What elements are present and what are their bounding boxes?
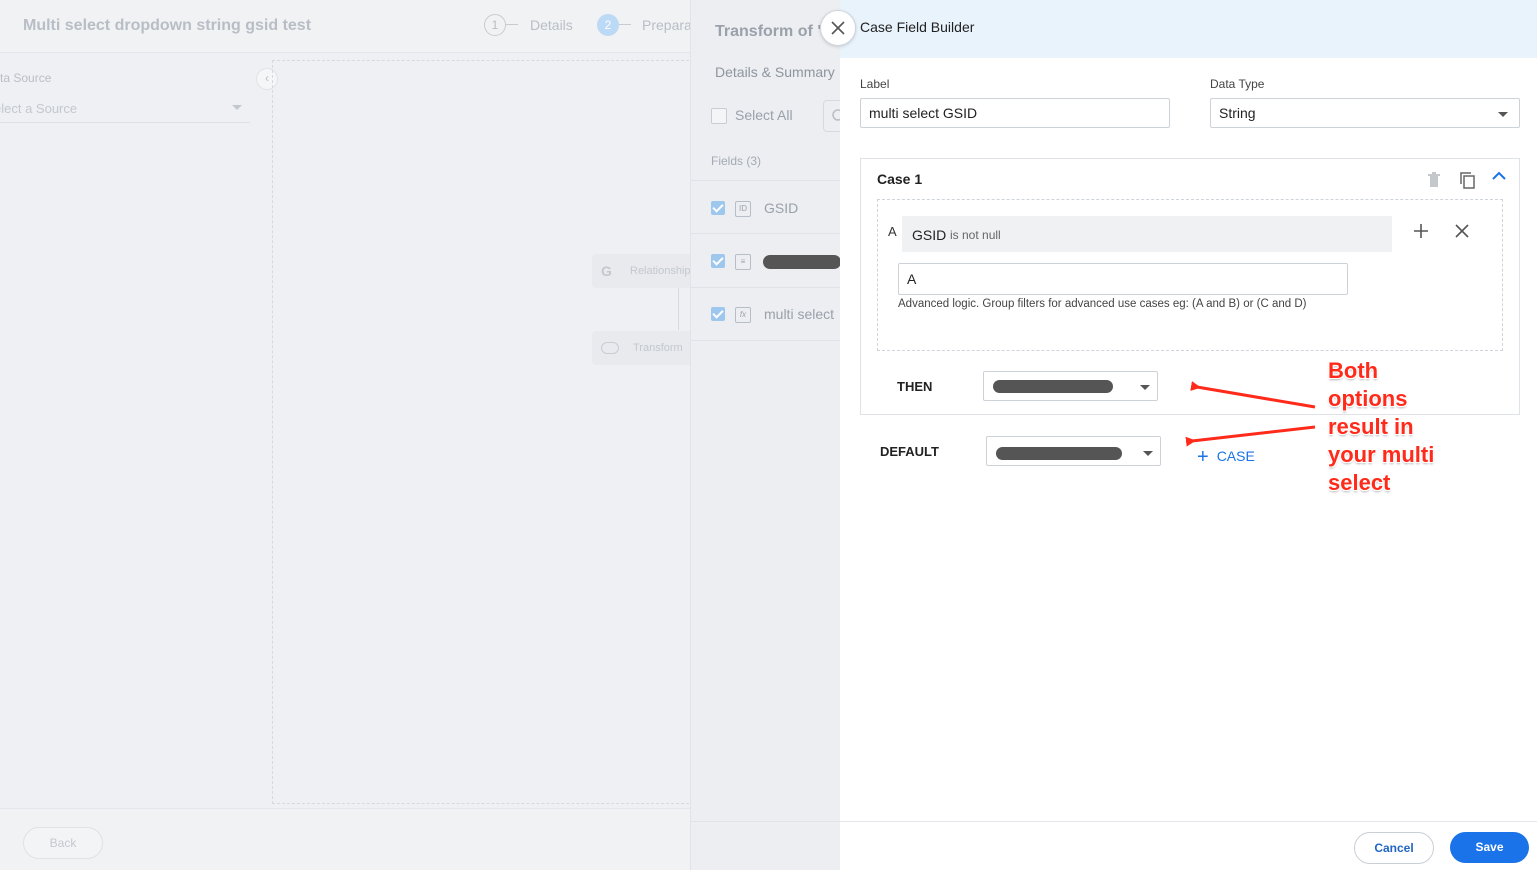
back-button[interactable]: Back [23, 827, 103, 859]
field-row: ≡ [691, 233, 841, 286]
annotation-text: Both options result in your multi select [1328, 357, 1468, 497]
toggle-icon [601, 342, 619, 354]
search-input[interactable] [823, 100, 841, 132]
close-icon [831, 21, 845, 35]
drawer-footer-divider [840, 821, 1537, 822]
field-name: multi select [764, 306, 835, 322]
annotation-arrows [1185, 381, 1316, 447]
relationship-node[interactable]: G Relationship [592, 254, 690, 288]
condition-operator: is not null [950, 228, 1001, 242]
annotation-line: select [1328, 470, 1391, 495]
canvas-area [272, 60, 690, 804]
list-field-icon: ≡ [735, 254, 751, 270]
panel-title: Transform of "I [715, 23, 830, 40]
save-button[interactable]: Save [1450, 832, 1529, 863]
source-placeholder: elect a Source [0, 101, 78, 116]
plus-icon[interactable] [1413, 223, 1429, 239]
step-2-number: 2 [597, 14, 619, 36]
annotation-line: Both [1328, 358, 1379, 383]
case-title: Case 1 [877, 171, 923, 187]
field-checkbox[interactable] [711, 254, 725, 268]
redacted-field-name [763, 255, 841, 269]
label-input[interactable]: multi select GSID [860, 98, 1170, 128]
condition-field: GSID [912, 227, 947, 243]
chevron-down-icon [232, 105, 242, 110]
node-label: Relationship [630, 265, 690, 277]
transform-node[interactable]: Transform [592, 331, 690, 365]
chevron-up-icon[interactable] [1492, 171, 1506, 181]
label-caption: Label [860, 77, 890, 91]
panel-footer-divider [691, 821, 841, 822]
field-checkbox[interactable] [711, 307, 725, 321]
field-list-end [691, 340, 841, 341]
close-icon[interactable] [1455, 224, 1469, 238]
chevron-down-icon [1140, 385, 1150, 390]
formula-field-icon: fx [735, 307, 751, 323]
annotation-line: options [1328, 386, 1408, 411]
bottom-bar [0, 808, 690, 870]
copy-icon[interactable] [1459, 171, 1477, 189]
step-1-label[interactable]: Details [530, 17, 573, 33]
step-connector [619, 24, 631, 25]
arrow-to-then [1190, 381, 1316, 409]
page-title: Multi select dropdown string gsid test [23, 17, 312, 34]
then-label: THEN [897, 379, 933, 394]
source-label: ta Source [0, 71, 52, 85]
select-all-checkbox[interactable] [711, 108, 727, 124]
default-label: DEFAULT [880, 444, 939, 459]
tab-details-summary[interactable]: Details & Summary [715, 64, 835, 80]
source-select[interactable]: elect a Source [0, 94, 250, 123]
datatype-value: String [1219, 105, 1256, 121]
field-name: GSID [764, 200, 799, 216]
annotation-line: your multi [1328, 442, 1435, 467]
transform-panel: Transform of "I Details & Summary Select… [690, 0, 841, 870]
drawer-title: Case Field Builder [860, 19, 975, 35]
chevron-down-icon [1498, 112, 1508, 117]
field-checkbox[interactable] [711, 201, 725, 215]
field-row: fx multi select [691, 287, 841, 340]
advanced-logic-hint: Advanced logic. Group filters for advanc… [898, 298, 1307, 310]
datatype-select[interactable]: String [1210, 98, 1520, 128]
cancel-button[interactable]: Cancel [1354, 832, 1434, 864]
fields-header: Fields (3) [711, 154, 762, 168]
step-connector [506, 24, 518, 25]
field-row: ID GSID [691, 180, 841, 233]
background-app: Multi select dropdown string gsid test 1… [0, 0, 690, 870]
datatype-caption: Data Type [1210, 77, 1265, 91]
step-1-number: 1 [484, 14, 506, 36]
step-2-label[interactable]: Prepara [642, 17, 690, 33]
trash-icon[interactable] [1427, 172, 1441, 188]
chevron-down-icon [1143, 451, 1153, 456]
close-drawer-button[interactable] [820, 10, 856, 46]
condition-letter: A [888, 224, 897, 239]
redacted-value [996, 447, 1122, 460]
advanced-logic-input[interactable]: A [898, 263, 1348, 295]
arrow-to-default [1185, 425, 1316, 447]
id-field-icon: ID [735, 201, 751, 217]
node-label: Transform [633, 342, 683, 354]
annotation-line: result in [1328, 414, 1414, 439]
redacted-value [993, 380, 1113, 393]
default-value-select[interactable] [986, 436, 1161, 466]
select-all-label: Select All [735, 107, 793, 123]
g-icon: G [601, 263, 612, 279]
node-connector [678, 288, 679, 330]
then-value-select[interactable] [983, 371, 1158, 401]
